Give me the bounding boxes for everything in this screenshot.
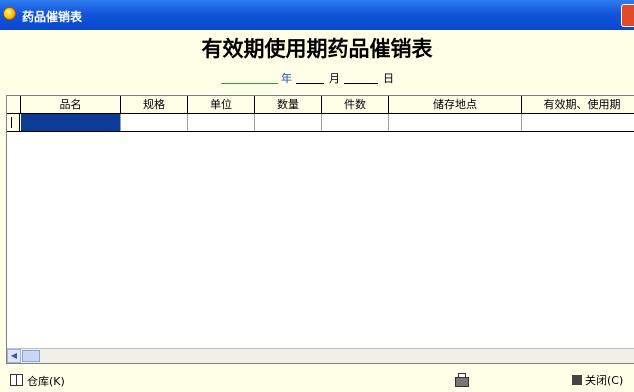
month-field[interactable] (296, 83, 324, 84)
day-field[interactable] (344, 83, 378, 84)
grid-header: 品名 规格 单位 数量 件数 储存地点 有效期、使用期 (7, 96, 634, 114)
scroll-left-icon[interactable]: ◀ (7, 349, 21, 363)
column-header-unit[interactable]: 单位 (188, 96, 255, 113)
report-title: 有效期使用期药品催销表 (201, 36, 433, 61)
table-cell[interactable] (322, 114, 389, 131)
column-header-quantity[interactable]: 数量 (255, 96, 322, 113)
data-grid[interactable]: 品名 规格 单位 数量 件数 储存地点 有效期、使用期 ◀ (6, 95, 634, 364)
close-icon (572, 375, 582, 385)
column-header-spec[interactable]: 规格 (121, 96, 188, 113)
month-label: 月 (329, 72, 340, 85)
app-icon (3, 7, 16, 20)
book-icon (10, 374, 23, 386)
table-cell[interactable] (188, 114, 255, 131)
print-icon[interactable] (455, 373, 469, 387)
column-header-pieces[interactable]: 件数 (322, 96, 389, 113)
table-cell[interactable] (21, 114, 121, 131)
table-row (7, 114, 634, 132)
window-title: 药品催销表 (22, 10, 83, 24)
table-cell[interactable] (522, 114, 634, 131)
header-corner (7, 96, 21, 113)
close-button[interactable]: 关闭(C) (572, 374, 623, 388)
column-header-storage[interactable]: 储存地点 (389, 96, 522, 113)
window-close-button[interactable] (621, 4, 634, 27)
year-field[interactable] (221, 83, 278, 84)
table-cell[interactable] (121, 114, 188, 131)
day-label: 日 (383, 72, 394, 85)
title-bar: 药品催销表 (0, 0, 634, 30)
table-cell[interactable] (389, 114, 522, 131)
column-header-expiry[interactable]: 有效期、使用期 (522, 96, 634, 113)
bottom-bar: 仓库(K) 关闭(C) (0, 368, 634, 392)
warehouse-button[interactable]: 仓库(K) (10, 374, 65, 388)
year-label: 年 (281, 72, 292, 85)
close-label: 关闭(C) (585, 374, 624, 387)
column-header-name[interactable]: 品名 (21, 96, 121, 113)
scroll-thumb[interactable] (22, 350, 40, 362)
table-cell[interactable] (255, 114, 322, 131)
warehouse-label: 仓库(K) (27, 375, 65, 388)
horizontal-scrollbar[interactable]: ◀ (7, 348, 634, 363)
